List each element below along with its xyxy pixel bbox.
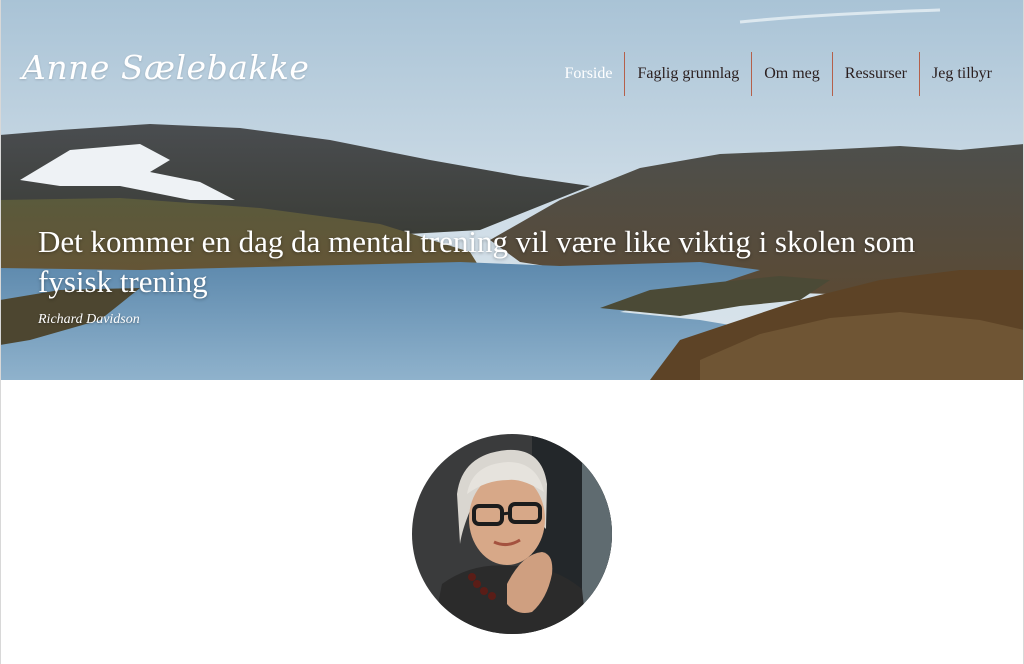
site-logo[interactable]: Anne Sælebakke: [22, 48, 309, 87]
nav-item-jeg-tilbyr[interactable]: Jeg tilbyr: [920, 52, 1004, 96]
nav-item-faglig-grunnlag[interactable]: Faglig grunnlag: [625, 52, 751, 96]
portrait-photo: [412, 434, 612, 634]
portrait-icon: [412, 434, 612, 634]
page-edge: [0, 0, 1, 664]
nav-item-forside[interactable]: Forside: [552, 52, 624, 96]
quote-author: Richard Davidson: [38, 312, 140, 327]
hero-quote: Det kommer en dag da mental trening vil …: [38, 224, 916, 299]
nav-item-om-meg[interactable]: Om meg: [752, 52, 832, 96]
main-navigation: Forside Faglig grunnlag Om meg Ressurser…: [552, 52, 1004, 96]
nav-item-ressurser[interactable]: Ressurser: [833, 52, 919, 96]
hero-banner: Anne Sælebakke Forside Faglig grunnlag O…: [0, 0, 1024, 380]
